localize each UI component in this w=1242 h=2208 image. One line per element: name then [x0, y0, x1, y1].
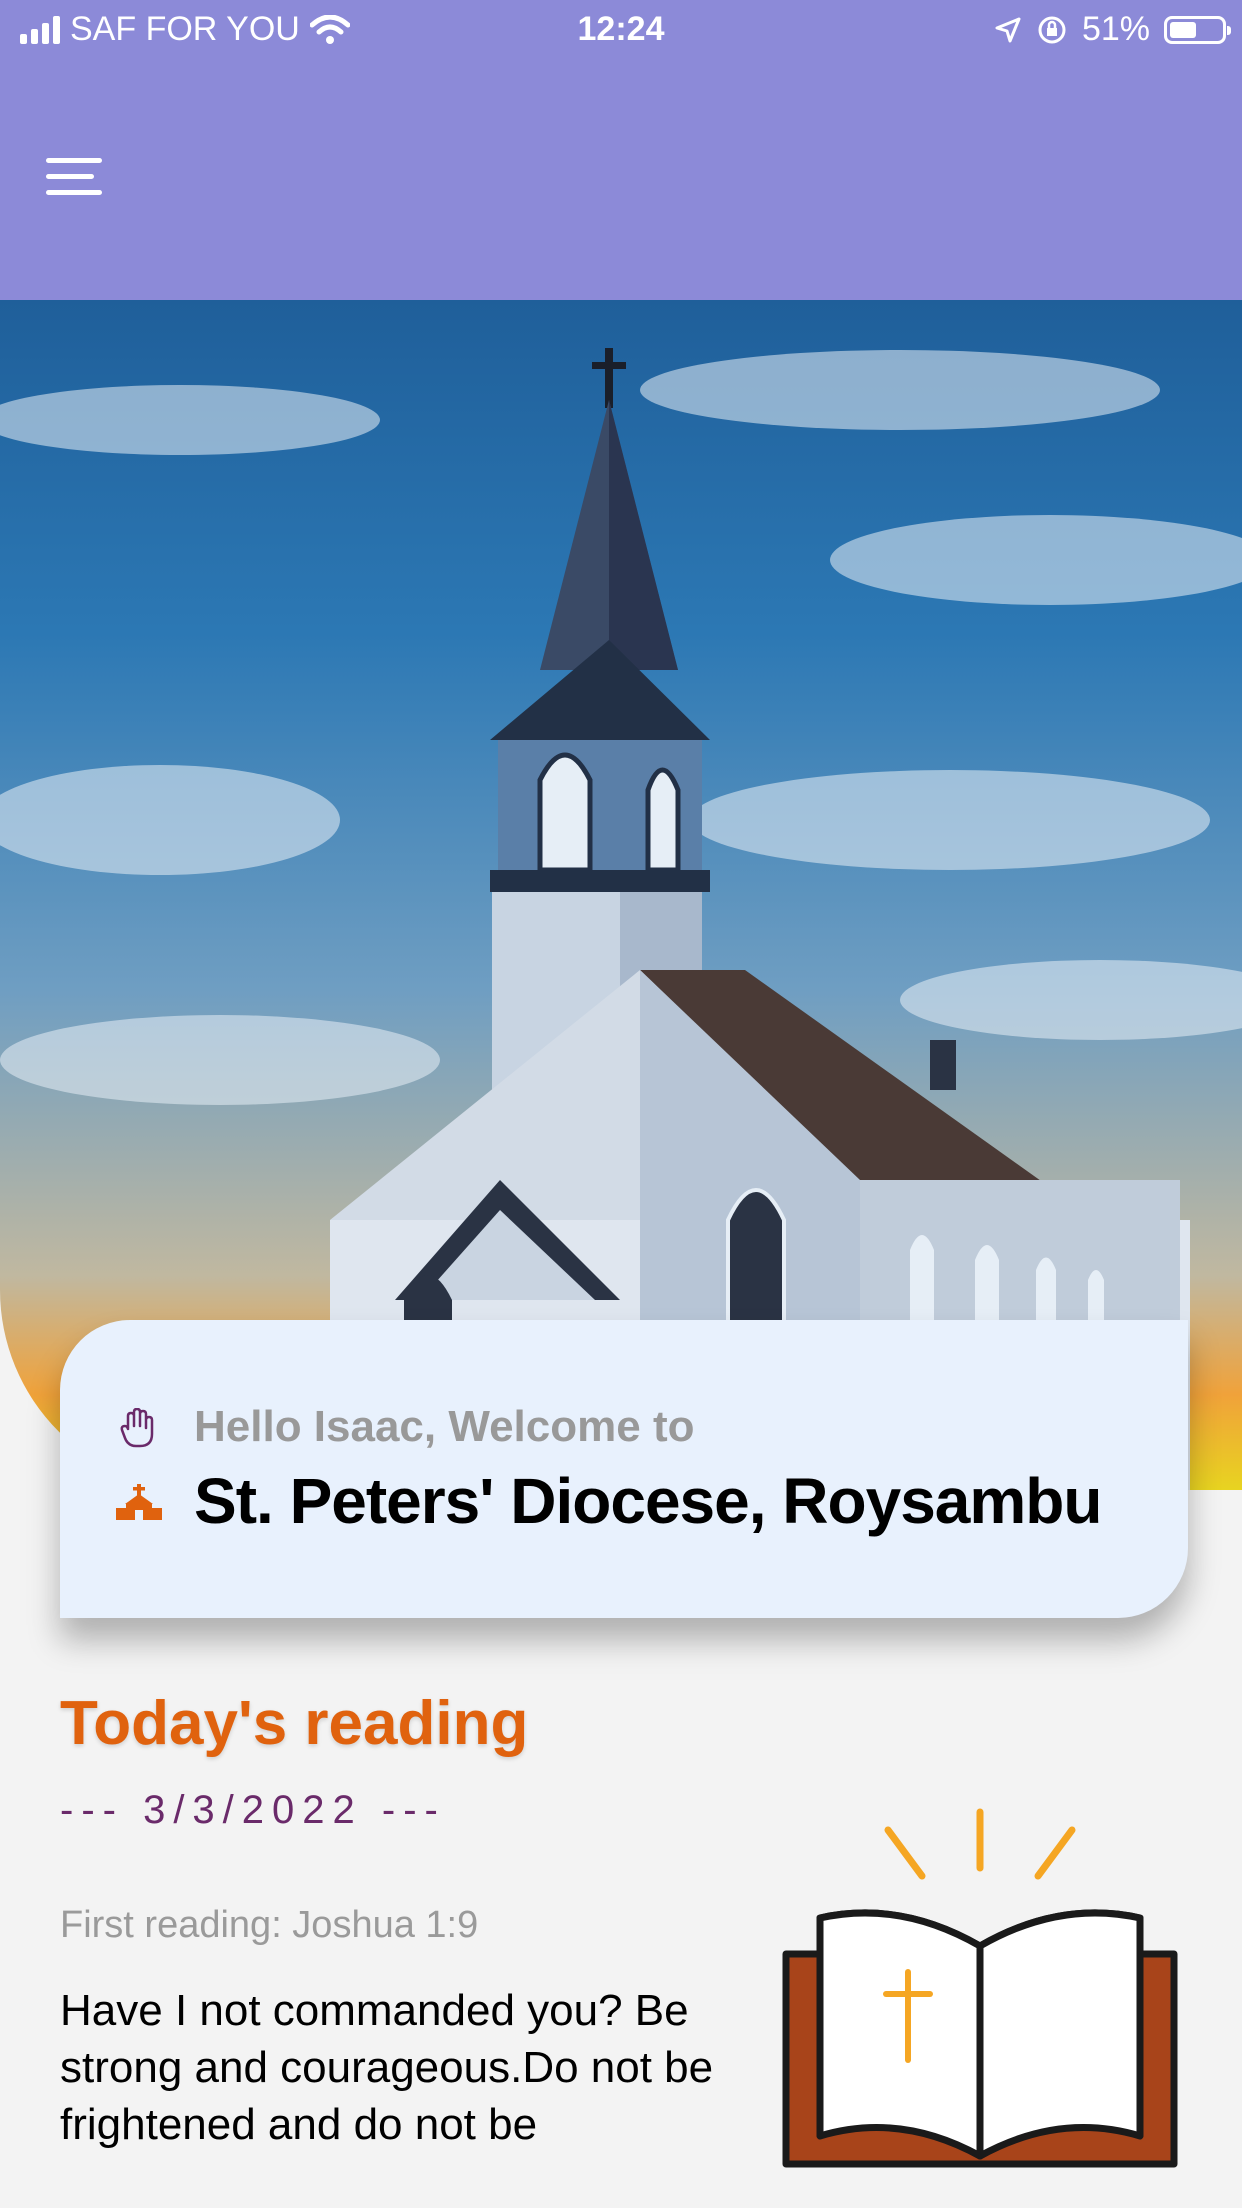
reading-date: --- 3/3/2022 --- — [60, 1788, 446, 1832]
location-icon — [995, 17, 1021, 42]
church-icon — [116, 1484, 162, 1520]
hand-icon — [120, 1408, 154, 1448]
battery-icon — [1164, 15, 1231, 44]
first-reading-label: First reading: Joshua 1:9 — [60, 1904, 479, 1946]
reading-text: Have I not commanded you? Be strong and … — [60, 1986, 714, 2149]
status-bar: SAF FOR YOU 12:24 51% — [0, 0, 1242, 62]
church-illustration — [0, 348, 1242, 1490]
reading-title: Today's reading — [60, 1689, 529, 1758]
hero-church-image — [0, 300, 1242, 1490]
battery-percent: 51% — [1081, 10, 1150, 48]
welcome-card: Hello Isaac, Welcome to St. Peters' Dioc… — [60, 1320, 1188, 1618]
hamburger-menu-icon[interactable] — [46, 158, 106, 202]
rotation-lock-icon — [1038, 16, 1066, 43]
welcome-greeting: Hello Isaac, Welcome to — [194, 1402, 695, 1451]
battery-fill — [1170, 21, 1196, 38]
church-name: St. Peters' Diocese, Roysambu — [194, 1465, 1102, 1537]
status-right: 51% — [994, 10, 1231, 49]
open-bible-icon — [782, 1808, 1178, 2168]
